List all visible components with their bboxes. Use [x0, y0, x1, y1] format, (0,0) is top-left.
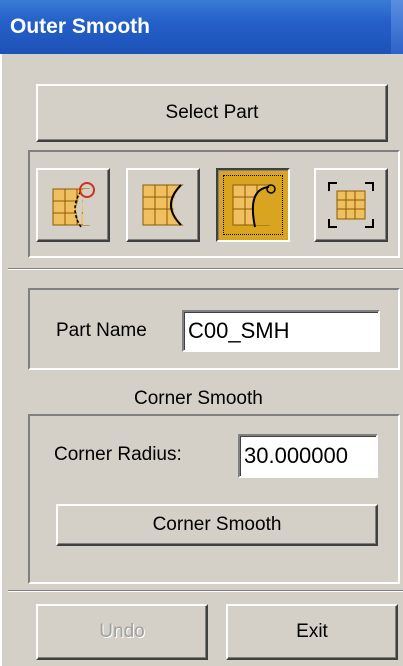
undo-label: Undo [99, 621, 145, 642]
separator [8, 268, 403, 270]
title-bar: Outer Smooth [0, 0, 403, 54]
corner-smooth-button[interactable]: Corner Smooth [56, 504, 378, 546]
corner-circle-mode-icon [52, 182, 97, 228]
window-title: Outer Smooth [10, 15, 150, 38]
exit-label: Exit [296, 621, 328, 642]
fit-frame-mode-button[interactable] [314, 168, 388, 242]
undo-button[interactable]: Undo [36, 604, 208, 660]
part-name-label: Part Name [56, 320, 147, 341]
fit-frame-mode-icon [328, 182, 374, 228]
corner-radius-label: Corner Radius: [54, 444, 182, 465]
footer-separator [8, 590, 403, 592]
corner-smooth-section-title: Corner Smooth [134, 388, 263, 409]
select-part-button[interactable]: Select Part [36, 84, 388, 142]
corner-smooth-button-label: Corner Smooth [152, 514, 282, 535]
outer-arc-mode-button[interactable] [216, 168, 290, 242]
corner-radius-field[interactable]: 30.000000 [238, 434, 378, 478]
inner-arc-mode-button[interactable] [126, 168, 200, 242]
dialog-body: Select Part Part Name C00_SMH Corner Smo… [0, 54, 403, 666]
part-name-field[interactable]: C00_SMH [182, 310, 380, 352]
exit-button[interactable]: Exit [226, 604, 398, 660]
corner-circle-mode-button[interactable] [36, 168, 110, 242]
select-part-label: Select Part [165, 102, 259, 123]
title-bar-edge [391, 0, 403, 54]
inner-arc-mode-icon [142, 184, 187, 226]
outer-arc-mode-icon [232, 184, 277, 228]
